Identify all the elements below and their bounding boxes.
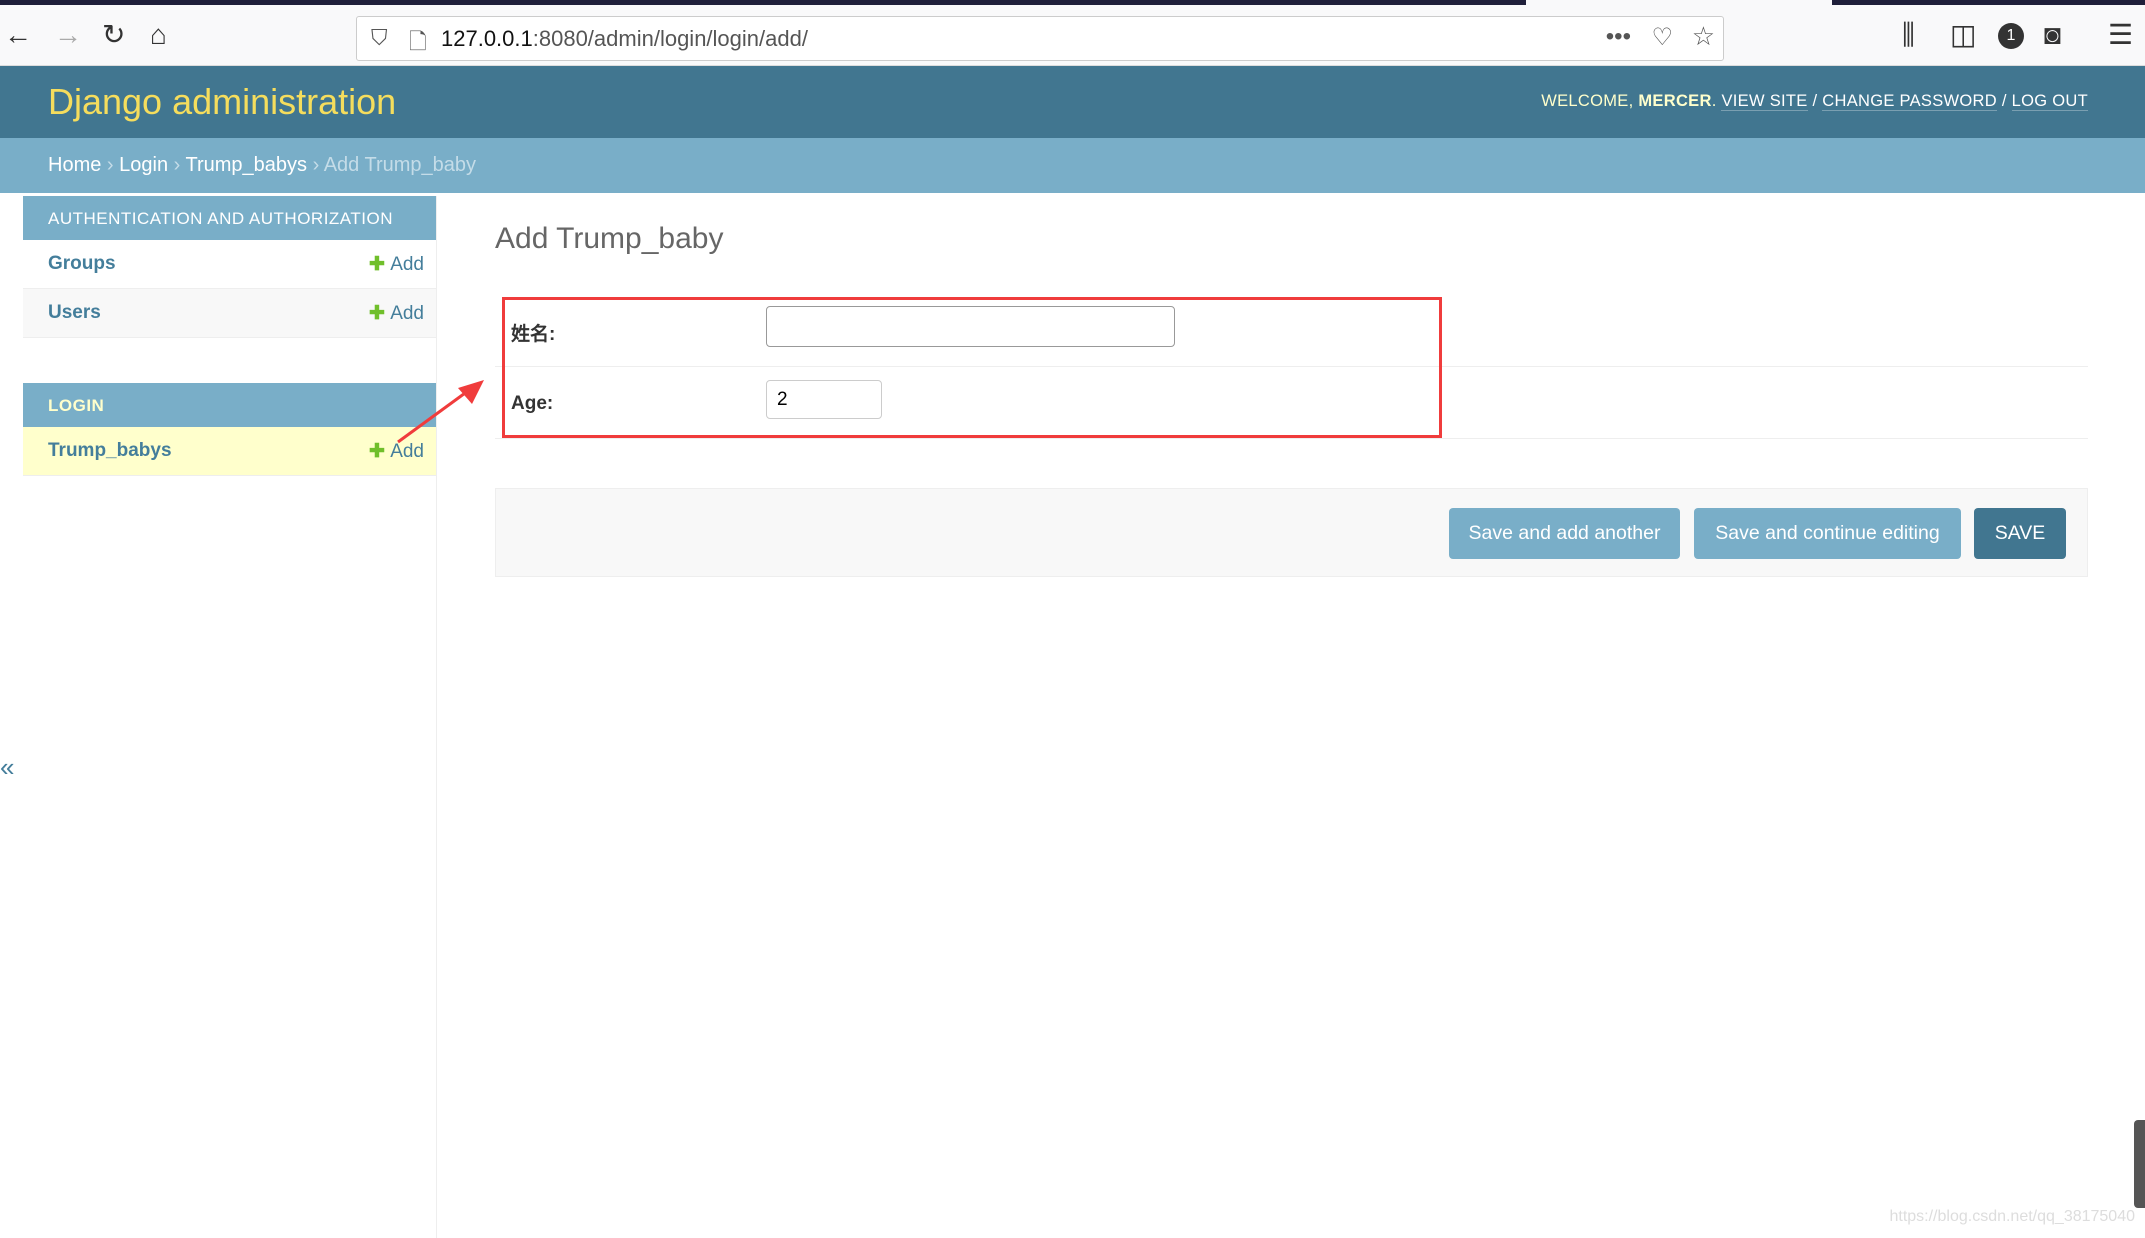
admin-header: Django administration WELCOME, MERCER. V…	[0, 66, 2145, 138]
shield-icon[interactable]: ⛉	[371, 25, 388, 51]
bookmark-star-icon[interactable]: ☆	[1692, 21, 1715, 52]
home-icon[interactable]: ⌂	[150, 19, 167, 51]
url-host: 127.0.0.1	[441, 26, 533, 51]
url-text[interactable]: 127.0.0.1:8080/admin/login/login/add/	[441, 26, 808, 52]
scrollbar[interactable]	[2134, 1120, 2145, 1208]
page-icon: 🗋	[409, 29, 427, 54]
pocket-icon[interactable]: ♡	[1651, 23, 1673, 52]
change-password-link[interactable]: CHANGE PASSWORD	[1822, 92, 1997, 111]
site-name[interactable]: Django administration	[48, 81, 396, 123]
arrow-line	[397, 386, 473, 444]
url-bar[interactable]: ⛉ 🗋 127.0.0.1:8080/admin/login/login/add…	[356, 16, 1724, 61]
watermark: https://blog.csdn.net/qq_38175040	[1889, 1208, 2135, 1225]
collapse-sidebar-icon[interactable]: «	[0, 752, 14, 783]
plus-icon: ✚	[368, 253, 391, 275]
sidebar-toggle-icon[interactable]: ◫	[1950, 19, 1976, 51]
punct: .	[1711, 92, 1722, 110]
username: MERCER	[1638, 92, 1712, 110]
separator: /	[1807, 92, 1823, 110]
module-login-header[interactable]: LOGIN	[23, 383, 436, 427]
highlight-box	[502, 297, 1442, 438]
breadcrumb-sep: ›	[168, 154, 186, 176]
notification-badge-icon[interactable]: 1	[1998, 23, 2024, 49]
url-path: :8080/admin/login/login/add/	[532, 26, 808, 51]
back-icon[interactable]: ←	[4, 19, 32, 51]
log-out-link[interactable]: LOG OUT	[2011, 92, 2088, 111]
reload-icon[interactable]: ↻	[102, 19, 125, 51]
breadcrumb: Home › Login › Trump_babys › Add Trump_b…	[0, 138, 2145, 193]
submit-row: Save and add another Save and continue e…	[495, 488, 2088, 577]
add-label: Add	[390, 253, 424, 275]
users-link[interactable]: Users	[48, 302, 101, 324]
more-icon[interactable]: •••	[1606, 23, 1631, 51]
plus-icon: ✚	[368, 440, 391, 462]
library-icon[interactable]: ⫼	[1902, 19, 1915, 51]
save-button[interactable]: Save	[1974, 508, 2066, 559]
users-add-link[interactable]: ✚ Add	[369, 302, 424, 325]
save-and-continue-button[interactable]: Save and continue editing	[1694, 508, 1961, 559]
groups-add-link[interactable]: ✚ Add	[369, 253, 424, 276]
user-tools: WELCOME, MERCER. VIEW SITE / CHANGE PASS…	[1541, 92, 2088, 111]
breadcrumb-home[interactable]: Home	[48, 154, 101, 176]
module-auth-header[interactable]: AUTHENTICATION AND AUTHORIZATION	[23, 196, 436, 240]
sidebar-item-groups: Groups ✚ Add	[23, 240, 436, 289]
view-site-link[interactable]: VIEW SITE	[1721, 92, 1808, 111]
sidebar-item-trump-babys: Trump_babys ✚ Add	[23, 427, 436, 476]
breadcrumb-trump-babys[interactable]: Trump_babys	[186, 154, 308, 176]
separator: /	[1996, 92, 2012, 110]
groups-link[interactable]: Groups	[48, 253, 116, 275]
trump-babys-link[interactable]: Trump_babys	[48, 440, 172, 462]
nav-sidebar: AUTHENTICATION AND AUTHORIZATION Groups ✚…	[23, 196, 437, 1238]
breadcrumb-current: Add Trump_baby	[323, 154, 477, 176]
breadcrumb-sep: ›	[307, 154, 324, 176]
arrow-head	[458, 380, 484, 404]
menu-icon[interactable]: ☰	[2108, 19, 2133, 51]
forward-icon[interactable]: →	[54, 19, 82, 51]
extension-icon[interactable]: ◙	[2044, 19, 2061, 51]
page-title: Add Trump_baby	[495, 222, 724, 255]
save-and-add-another-button[interactable]: Save and add another	[1449, 508, 1680, 559]
breadcrumb-sep: ›	[101, 154, 120, 176]
sidebar-item-users: Users ✚ Add	[23, 289, 436, 338]
add-label: Add	[390, 302, 424, 324]
plus-icon: ✚	[368, 302, 391, 324]
welcome-text: WELCOME,	[1541, 92, 1639, 110]
browser-toolbar: ← → ↻ ⌂ ⛉ 🗋 127.0.0.1:8080/admin/login/l…	[0, 5, 2145, 66]
breadcrumb-login[interactable]: Login	[119, 154, 168, 176]
annotation-arrow	[397, 380, 484, 444]
